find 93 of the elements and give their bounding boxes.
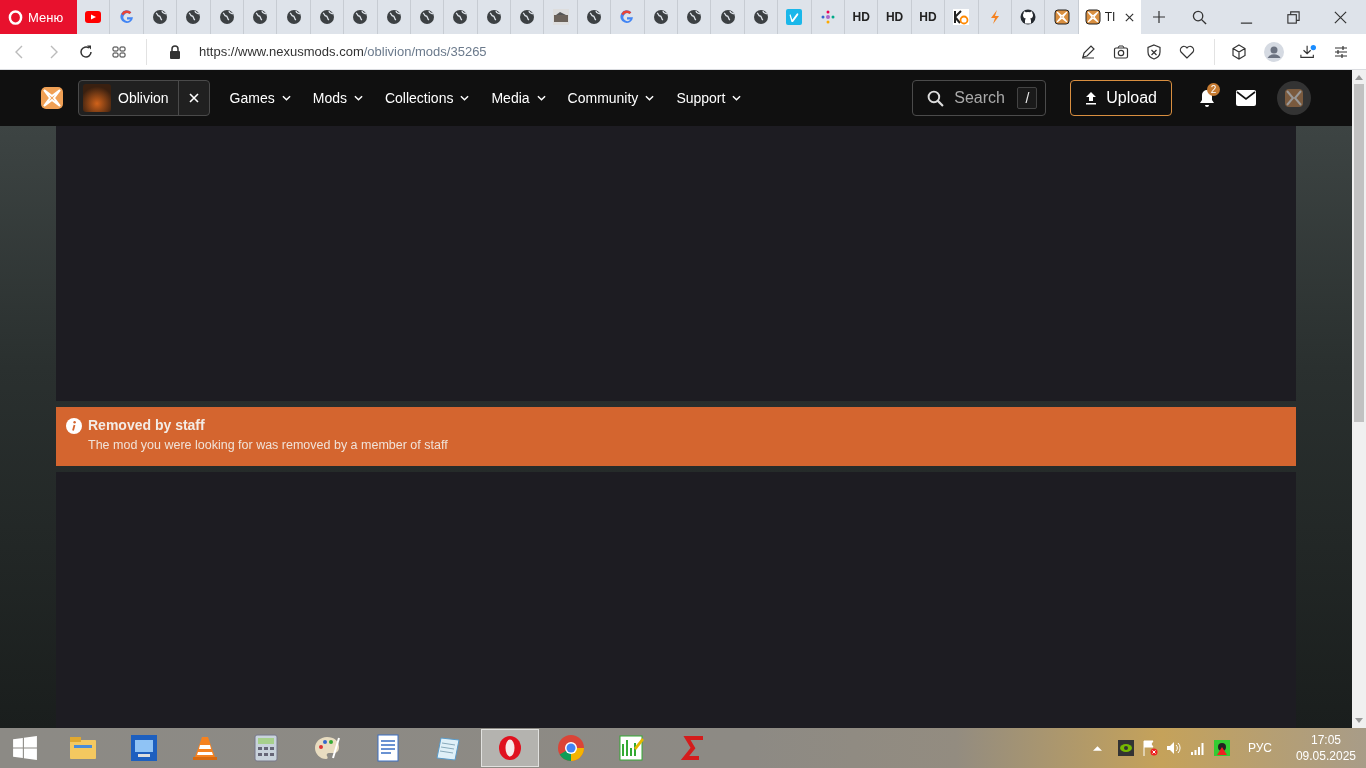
chevron-down-icon [353, 95, 363, 101]
globe-icon [686, 9, 703, 25]
bug-warning-icon[interactable] [1213, 740, 1230, 756]
nav-menu[interactable]: Community [567, 90, 655, 106]
nav-menu[interactable]: Games [229, 90, 291, 106]
globe-icon [419, 9, 436, 25]
dotted-circle-icon [819, 9, 836, 25]
flag-icon[interactable] [1141, 740, 1158, 756]
chevron-down-icon [460, 95, 470, 101]
globe-icon [318, 9, 335, 25]
tab-title: HD [885, 10, 904, 24]
close-icon[interactable] [1333, 9, 1348, 25]
notice-message: The mod you were looking for was removed by a member of staff [88, 438, 448, 452]
heart-icon[interactable] [1179, 43, 1195, 60]
globe-icon [452, 9, 469, 25]
globe-icon [185, 9, 202, 25]
reload-icon[interactable] [78, 43, 94, 60]
shield-icon[interactable] [1146, 43, 1162, 60]
globe-icon [719, 9, 736, 25]
info-icon [66, 418, 82, 434]
calculator-icon [252, 734, 280, 762]
globe-icon [385, 9, 402, 25]
nexus-logo-icon [1053, 9, 1070, 25]
windows-logo-icon[interactable] [12, 735, 38, 761]
nav-menu[interactable]: Mods [312, 90, 363, 106]
lock-icon[interactable] [169, 44, 181, 59]
globe-icon [485, 9, 502, 25]
globe-icon [652, 9, 669, 25]
tab-title: HD [919, 10, 937, 24]
nexus-logo-icon[interactable] [40, 86, 64, 110]
user-avatar[interactable] [1277, 81, 1311, 115]
chevron-down-icon [732, 95, 742, 101]
building-thumbnail-icon [552, 9, 569, 25]
grid-icon[interactable] [111, 43, 127, 60]
taskbar-app[interactable] [481, 729, 539, 767]
globe-icon [285, 9, 302, 25]
upload-button[interactable]: Upload [1070, 80, 1172, 116]
document-icon [374, 734, 402, 762]
new-tab-icon[interactable] [1152, 11, 1165, 23]
chrome-logo-icon [557, 734, 585, 762]
g-letter-icon [118, 9, 135, 25]
play-icon [85, 9, 102, 25]
address-field[interactable]: https://www.nexusmods.com/oblivion/mods/35265 [199, 44, 487, 59]
notepad-icon [435, 734, 463, 762]
nav-menu[interactable]: Collections [384, 90, 470, 106]
globe-icon [586, 9, 603, 25]
camera-icon[interactable] [1113, 43, 1129, 60]
chevron-down-icon [536, 95, 546, 101]
globe-icon [252, 9, 269, 25]
mail-icon[interactable] [1236, 90, 1256, 106]
chevron-down-icon [281, 95, 291, 101]
browser-tab[interactable]: TI [1078, 0, 1141, 34]
opera-logo-icon [496, 734, 524, 762]
globe-icon [352, 9, 369, 25]
game-thumbnail [83, 84, 111, 112]
g-letter-icon [619, 9, 636, 25]
nexus-logo-icon [1084, 9, 1101, 25]
globe-icon [753, 9, 769, 25]
globe-icon [151, 9, 168, 25]
chevron-down-icon [645, 95, 655, 101]
sliders-icon[interactable] [1333, 43, 1349, 60]
nav-menu[interactable]: Media [491, 90, 546, 106]
download-icon[interactable] [1300, 43, 1316, 60]
cube-icon[interactable] [1231, 43, 1247, 60]
notification-count: 2 [1207, 83, 1220, 96]
menu-button[interactable]: Меню [0, 0, 77, 34]
tab-title: HD [852, 10, 870, 24]
globe-icon [218, 9, 235, 25]
upload-icon [1085, 91, 1098, 105]
chart-document-icon [618, 734, 646, 762]
tab-title: TI [1104, 10, 1116, 24]
restore-icon[interactable] [1286, 9, 1301, 25]
search-icon[interactable] [1192, 9, 1207, 25]
close-icon[interactable] [1123, 11, 1135, 23]
nav-menu[interactable]: Support [676, 90, 742, 106]
search-icon [927, 89, 945, 107]
traffic-cone-icon [191, 734, 219, 762]
kg-logo-icon [953, 9, 970, 25]
shortcut-key: / [1017, 87, 1038, 109]
pen-icon[interactable] [1080, 43, 1096, 60]
v-letter-icon [786, 9, 803, 25]
game-filter-chip[interactable]: Oblivion [78, 80, 210, 116]
profile-icon[interactable] [1264, 41, 1284, 62]
cat-silhouette-icon [1020, 9, 1037, 25]
folder-icon [69, 734, 97, 762]
opera-logo-icon [8, 9, 23, 25]
search-field[interactable]: Search / [912, 80, 1047, 116]
globe-icon [519, 9, 536, 25]
show-hidden-icons[interactable] [1092, 745, 1102, 751]
notice-title: Removed by staff [88, 417, 206, 433]
monitor-icon [130, 734, 158, 762]
palette-icon [313, 734, 341, 762]
eye-logo-icon[interactable] [1117, 740, 1134, 756]
